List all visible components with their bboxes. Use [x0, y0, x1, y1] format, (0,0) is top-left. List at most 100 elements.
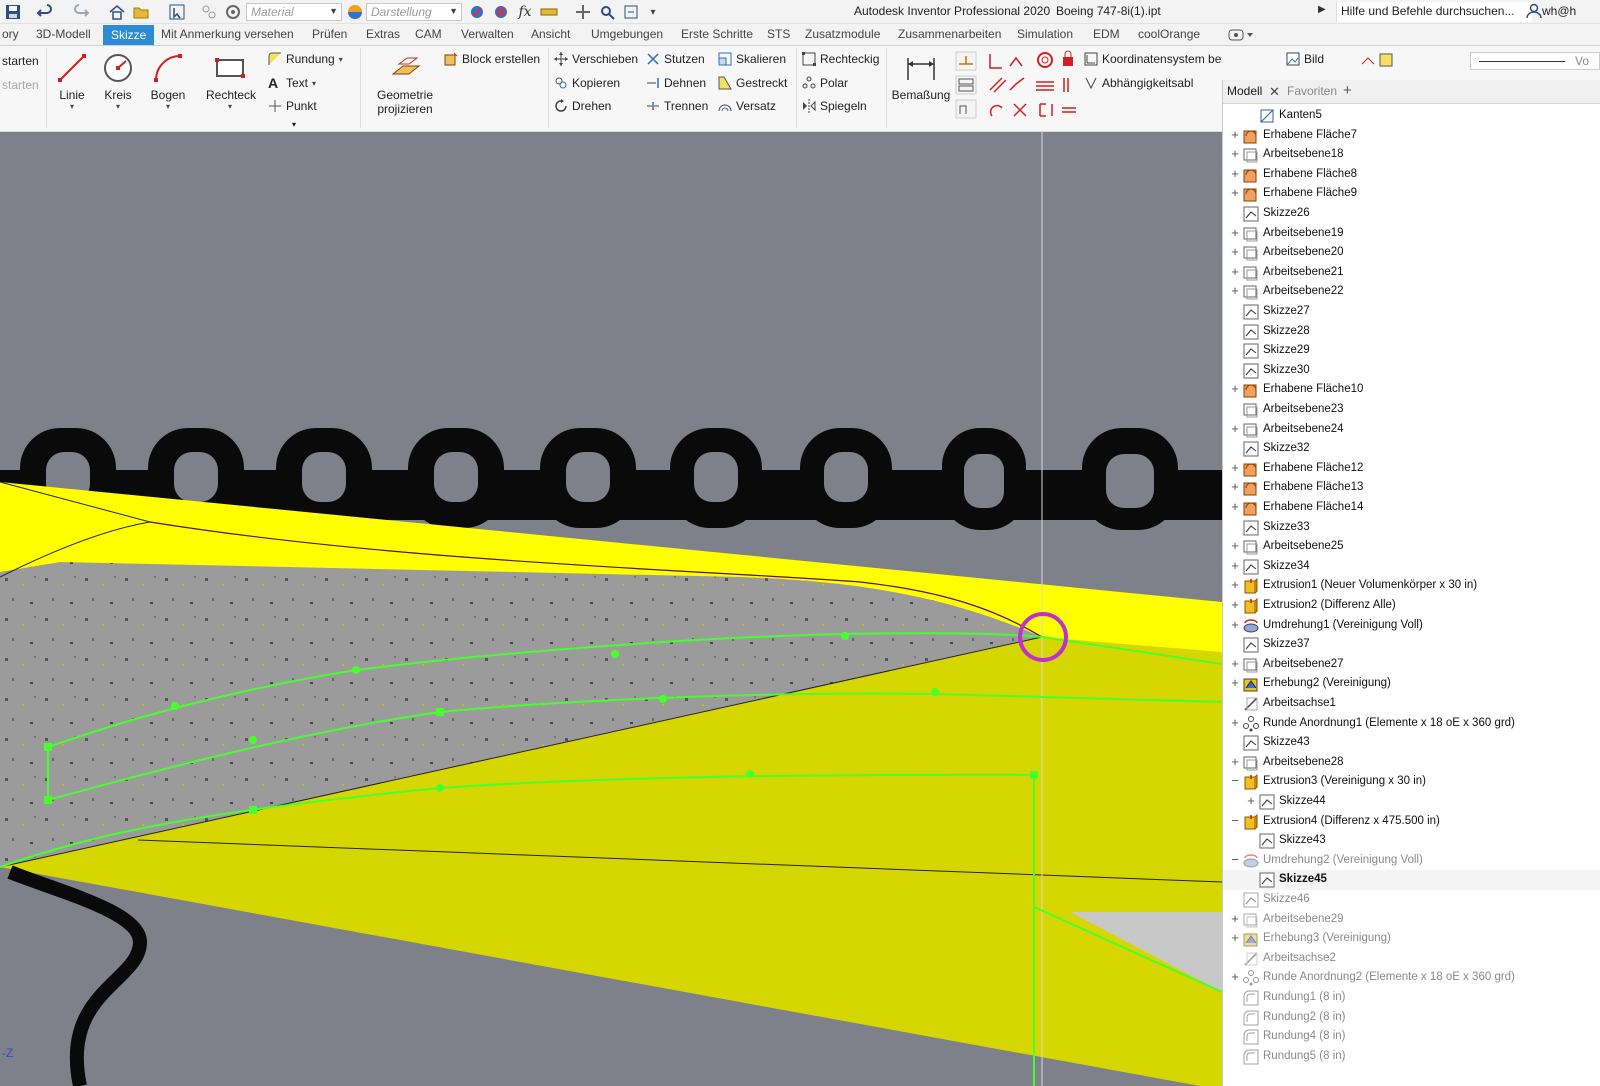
- expand-icon[interactable]: +: [1229, 931, 1241, 945]
- browser-node[interactable]: + Arbeitsebene18: [1223, 145, 1600, 165]
- collapse-icon[interactable]: −: [1229, 852, 1241, 867]
- create-panel-expand-icon[interactable]: ▾: [292, 120, 296, 129]
- appearance-dropdown[interactable]: Darstellung ▼: [366, 3, 462, 21]
- browser-node[interactable]: + Extrusion2 (Differenz Alle): [1223, 596, 1600, 616]
- move-button[interactable]: Verschieben: [554, 50, 638, 68]
- browser-node[interactable]: + Arbeitsebene25: [1223, 537, 1600, 557]
- expand-arrow-icon[interactable]: ▶: [1318, 4, 1326, 15]
- expand-icon[interactable]: +: [1229, 480, 1241, 494]
- expand-icon[interactable]: +: [1229, 598, 1241, 612]
- redo-icon[interactable]: [72, 3, 90, 21]
- help-search-input[interactable]: Hilfe und Befehle durchsuchen...: [1336, 2, 1532, 22]
- expand-icon[interactable]: +: [1229, 264, 1241, 279]
- panel-toggle-icon[interactable]: [1228, 28, 1254, 45]
- user-icon[interactable]: [1526, 3, 1542, 22]
- insert-tools-icons[interactable]: [1360, 50, 1394, 75]
- offset-button[interactable]: Versatz: [718, 97, 776, 115]
- browser-node[interactable]: Skizze29: [1223, 341, 1600, 361]
- browser-node[interactable]: Skizze37: [1223, 635, 1600, 655]
- create-block-button[interactable]: Block erstellen: [444, 50, 540, 68]
- clear-appearance-icon[interactable]: [492, 3, 510, 21]
- browser-node[interactable]: Rundung5 (8 in): [1223, 1047, 1600, 1067]
- browser-node[interactable]: + Erhabene Fläche7: [1223, 126, 1600, 146]
- browser-node[interactable]: Skizze32: [1223, 439, 1600, 459]
- browser-node[interactable]: + Erhebung3 (Vereinigung): [1223, 929, 1600, 949]
- image-button[interactable]: Bild: [1286, 50, 1324, 68]
- expand-icon[interactable]: +: [1229, 421, 1241, 436]
- expand-icon[interactable]: +: [1229, 460, 1241, 475]
- expand-icon[interactable]: +: [1229, 617, 1241, 632]
- rectangular-pattern-button[interactable]: Rechteckig: [802, 50, 879, 68]
- open-folder-icon[interactable]: [132, 3, 150, 21]
- browser-node[interactable]: + Erhabene Fläche10: [1223, 380, 1600, 400]
- expand-icon[interactable]: +: [1245, 794, 1257, 808]
- settings-wheel-icon[interactable]: [224, 3, 242, 21]
- browser-node[interactable]: Rundung2 (8 in): [1223, 1008, 1600, 1028]
- browser-node[interactable]: + Umdrehung1 (Vereinigung Voll): [1223, 616, 1600, 636]
- expand-icon[interactable]: +: [1229, 715, 1241, 730]
- close-tab-icon[interactable]: ✕: [1269, 84, 1280, 100]
- dimension-button[interactable]: Bemaßung: [890, 52, 952, 102]
- material-dropdown[interactable]: Material ▼: [246, 3, 342, 21]
- browser-node[interactable]: Skizze28: [1223, 322, 1600, 342]
- browser-node[interactable]: + Arbeitsebene24: [1223, 420, 1600, 440]
- browser-node[interactable]: Skizze33: [1223, 518, 1600, 538]
- expand-icon[interactable]: +: [1229, 147, 1241, 161]
- tab-addins[interactable]: Zusatzmodule: [805, 27, 880, 41]
- point-button[interactable]: Punkt: [268, 97, 317, 115]
- expand-icon[interactable]: +: [1229, 558, 1241, 573]
- browser-node[interactable]: + Skizze44: [1223, 792, 1600, 812]
- split-button[interactable]: Trennen: [646, 97, 708, 115]
- browser-node[interactable]: Rundung4 (8 in): [1223, 1027, 1600, 1047]
- browser-node[interactable]: Kanten5: [1223, 106, 1600, 126]
- expand-icon[interactable]: +: [1229, 578, 1241, 592]
- project-geometry-button[interactable]: Geometrie projizieren: [370, 52, 440, 116]
- start-2d-button[interactable]: starten: [2, 76, 39, 94]
- expand-icon[interactable]: +: [1229, 656, 1241, 671]
- tab-sts[interactable]: STS: [767, 27, 790, 41]
- line-style-dropdown[interactable]: Vo: [1470, 52, 1600, 70]
- tab-tools[interactable]: Extras: [366, 27, 400, 41]
- expand-icon[interactable]: +: [1229, 970, 1241, 984]
- tab-model[interactable]: Modell: [1227, 84, 1262, 98]
- browser-node[interactable]: − Extrusion3 (Vereinigung x 30 in): [1223, 772, 1600, 792]
- tab-get-started[interactable]: Erste Schritte: [681, 27, 753, 41]
- expand-icon[interactable]: +: [1229, 500, 1241, 514]
- browser-node[interactable]: − Umdrehung2 (Vereinigung Voll): [1223, 851, 1600, 871]
- browser-node[interactable]: + Erhebung2 (Vereinigung): [1223, 674, 1600, 694]
- copy-button[interactable]: Kopieren: [554, 74, 620, 92]
- browser-node[interactable]: Arbeitsachse1: [1223, 694, 1600, 714]
- browser-node[interactable]: Skizze30: [1223, 361, 1600, 381]
- browser-node[interactable]: Skizze26: [1223, 204, 1600, 224]
- expand-icon[interactable]: +: [1229, 754, 1241, 769]
- start-sketch-button[interactable]: starten: [2, 52, 39, 70]
- circle-button[interactable]: Kreis ▾: [100, 52, 136, 111]
- expand-icon[interactable]: +: [1229, 245, 1241, 259]
- expand-icon[interactable]: +: [1229, 539, 1241, 553]
- expand-icon[interactable]: +: [1229, 225, 1241, 240]
- tab-cam[interactable]: CAM: [415, 27, 442, 41]
- rectangle-button[interactable]: Rechteck ▾: [206, 52, 256, 111]
- arc-button[interactable]: Bogen ▾: [150, 52, 186, 111]
- browser-node[interactable]: Skizze45: [1223, 870, 1600, 891]
- tab-coolorange[interactable]: coolOrange: [1138, 27, 1200, 41]
- browser-node[interactable]: + Arbeitsebene20: [1223, 243, 1600, 263]
- expand-icon[interactable]: +: [1229, 382, 1241, 396]
- tab-3d-model[interactable]: 3D-Modell: [36, 27, 91, 41]
- browser-node[interactable]: Skizze27: [1223, 302, 1600, 322]
- browser-node[interactable]: + Erhabene Fläche13: [1223, 478, 1600, 498]
- tab-edm[interactable]: EDM: [1093, 27, 1120, 41]
- text-button[interactable]: A Text ▾: [268, 74, 316, 92]
- browser-node[interactable]: Arbeitsebene23: [1223, 400, 1600, 420]
- tab-environments[interactable]: Umgebungen: [591, 27, 663, 41]
- browser-node[interactable]: Rundung1 (8 in): [1223, 988, 1600, 1008]
- tab-favorites[interactable]: Favoriten: [1287, 84, 1337, 98]
- browser-node[interactable]: Arbeitsachse2: [1223, 949, 1600, 969]
- tab-collaborate[interactable]: Zusammenarbeiten: [898, 27, 1001, 41]
- browser-node[interactable]: + Erhabene Fläche12: [1223, 459, 1600, 479]
- tab-sketch[interactable]: Skizze: [103, 25, 155, 45]
- browser-node[interactable]: + Arbeitsebene29: [1223, 910, 1600, 930]
- home-icon[interactable]: [108, 3, 126, 21]
- fillet-button[interactable]: Rundung ▾: [268, 50, 343, 68]
- expand-icon[interactable]: +: [1229, 127, 1241, 142]
